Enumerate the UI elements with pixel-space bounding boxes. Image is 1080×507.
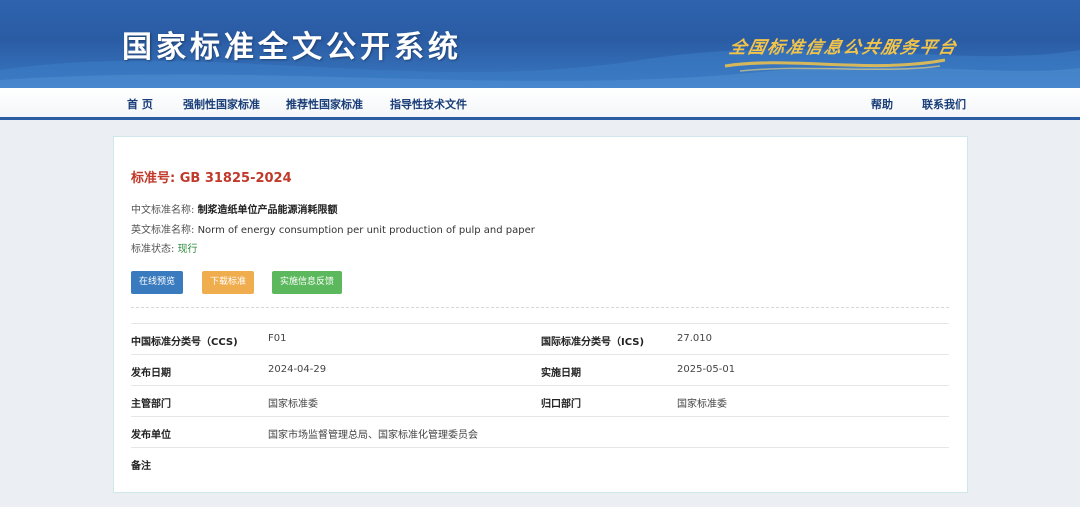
authority-value: 国家标准委 — [268, 399, 318, 410]
nav-mandatory-standards[interactable]: 强制性国家标准 — [183, 96, 260, 112]
preview-online-button[interactable]: 在线预览 — [131, 271, 184, 294]
standard-number: 标准号: GB 31825-2024 — [131, 167, 292, 186]
header-banner: 国家标准全文公开系统 全国标准信息公共服务平台 — [0, 0, 1080, 88]
nav-home[interactable]: 首 页 — [127, 96, 153, 112]
site-title: 国家标准全文公开系统 — [122, 30, 462, 65]
publish-date-value: 2024-04-29 — [268, 364, 327, 375]
nav-guiding-documents[interactable]: 指导性技术文件 — [390, 96, 467, 112]
en-name-label: 英文标准名称: — [131, 225, 195, 236]
table-row: 发布单位 国家市场监督管理总局、国家标准化管理委员会 — [131, 416, 949, 447]
authority-label: 主管部门 — [131, 399, 171, 410]
standard-number-label: 标准号: — [131, 171, 176, 186]
ics-label: 国际标准分类号（ICS) — [541, 337, 645, 348]
table-row: 中国标准分类号（CCS) F01 国际标准分类号（ICS) 27.010 — [131, 323, 949, 354]
status-label: 标准状态: — [131, 244, 175, 255]
centralized-dept-label: 归口部门 — [541, 399, 581, 410]
remarks-label: 备注 — [131, 461, 151, 472]
effective-date-value: 2025-05-01 — [677, 364, 736, 375]
cn-name-label: 中文标准名称: — [131, 205, 195, 216]
effective-date-label: 实施日期 — [541, 368, 581, 379]
en-name-value: Norm of energy consumption per unit prod… — [197, 225, 535, 236]
cn-name-value: 制浆造纸单位产品能源消耗限额 — [197, 205, 338, 216]
standard-number-value: GB 31825-2024 — [179, 171, 292, 186]
ics-value: 27.010 — [677, 333, 712, 344]
main-navbar: 首 页 强制性国家标准 推荐性国家标准 指导性技术文件 帮助 联系我们 — [0, 88, 1080, 120]
issuer-label: 发布单位 — [131, 430, 171, 441]
publish-date-label: 发布日期 — [131, 368, 171, 379]
platform-slogan: 全国标准信息公共服务平台 — [727, 38, 960, 58]
ccs-label: 中国标准分类号（CCS) — [131, 337, 238, 348]
nav-help[interactable]: 帮助 — [871, 96, 893, 112]
implementation-feedback-button[interactable]: 实施信息反馈 — [272, 271, 343, 294]
detail-table: 中国标准分类号（CCS) F01 国际标准分类号（ICS) 27.010 发布日… — [131, 323, 949, 478]
section-divider — [131, 307, 949, 308]
table-row: 备注 — [131, 447, 949, 478]
standard-detail-card: 标准号: GB 31825-2024 中文标准名称: 制浆造纸单位产品能源消耗限… — [113, 136, 968, 493]
download-standard-button[interactable]: 下载标准 — [202, 271, 255, 294]
centralized-dept-value: 国家标准委 — [677, 399, 727, 410]
issuer-value: 国家市场监督管理总局、国家标准化管理委员会 — [268, 430, 478, 441]
status-row: 标准状态: 现行 — [131, 240, 198, 255]
ccs-value: F01 — [268, 333, 287, 344]
status-value: 现行 — [177, 244, 198, 255]
table-row: 主管部门 国家标准委 归口部门 国家标准委 — [131, 385, 949, 416]
nav-contact-us[interactable]: 联系我们 — [922, 96, 966, 112]
cn-name-row: 中文标准名称: 制浆造纸单位产品能源消耗限额 — [131, 201, 338, 216]
table-row: 发布日期 2024-04-29 实施日期 2025-05-01 — [131, 354, 949, 385]
nav-recommended-standards[interactable]: 推荐性国家标准 — [286, 96, 363, 112]
en-name-row: 英文标准名称: Norm of energy consumption per u… — [131, 221, 535, 236]
